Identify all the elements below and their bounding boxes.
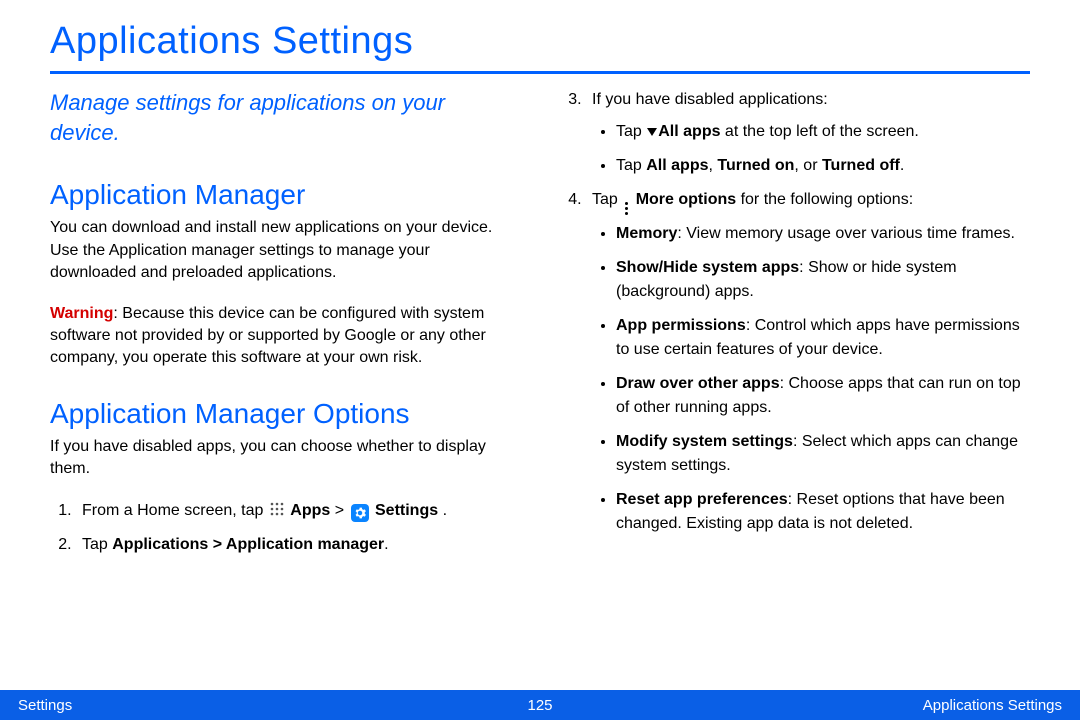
list-item: Memory: View memory usage over various t… [616,222,1030,246]
bold: App permissions [616,317,746,334]
page-title: Applications Settings [50,20,1030,63]
footer-page-number: 125 [527,697,552,714]
list-item: Modify system settings: Select which app… [616,430,1030,478]
page-footer: Settings 125 Applications Settings [0,690,1080,720]
bold: All apps [658,123,720,140]
list-item: Reset app preferences: Reset options tha… [616,488,1030,536]
bold: All apps [646,157,708,174]
page-subtitle: Manage settings for applications on your… [50,88,520,147]
right-column: If you have disabled applications: Tap A… [560,88,1030,567]
two-column-layout: Manage settings for applications on your… [50,88,1030,567]
footer-left: Settings [18,697,72,714]
step-text: . [384,536,388,553]
text: Tap [616,123,646,140]
text: Tap [592,191,622,208]
list-item: Tap More options for the following optio… [586,188,1030,536]
bold: Reset app preferences [616,491,788,508]
list-item: Draw over other apps: Choose apps that c… [616,372,1030,420]
section-heading: Application Manager [50,179,520,211]
title-rule [50,71,1030,74]
body-text: You can download and install new applica… [50,217,520,284]
list-item: Tap Applications > Application manager. [76,533,520,557]
bold: Draw over other apps [616,375,780,392]
bold: More options [636,191,736,208]
list-item: Tap All apps at the top left of the scre… [616,120,1030,144]
bold: Modify system settings [616,433,793,450]
dropdown-triangle-icon [647,128,657,136]
body-text: If you have disabled apps, you can choos… [50,436,520,481]
step-text: > [335,502,349,519]
text: . [900,157,904,174]
document-page: Applications Settings Manage settings fo… [0,0,1080,720]
step-bold: Applications > Application manager [112,536,384,553]
left-column: Manage settings for applications on your… [50,88,520,567]
footer-right: Applications Settings [923,697,1062,714]
text: , or [794,157,822,174]
step-text: Tap [82,536,112,553]
text: : View memory usage over various time fr… [677,225,1015,242]
text: for the following options: [736,191,913,208]
text: at the top left of the screen. [720,123,918,140]
sub-bullets: Memory: View memory usage over various t… [592,222,1030,536]
list-item: If you have disabled applications: Tap A… [586,88,1030,178]
bold: Memory [616,225,677,242]
settings-gear-icon [351,504,369,522]
list-item: Show/Hide system apps: Show or hide syst… [616,256,1030,304]
warning-label: Warning [50,305,113,322]
text: Tap [616,157,646,174]
bold: Show/Hide system apps [616,259,799,276]
apps-grid-icon [270,502,284,516]
step-bold: Apps [290,502,330,519]
list-item: Tap All apps, Turned on, or Turned off. [616,154,1030,178]
list-item: App permissions: Control which apps have… [616,314,1030,362]
ordered-steps-right: If you have disabled applications: Tap A… [560,88,1030,536]
step-bold: Settings [375,502,438,519]
bold: Turned off [822,157,900,174]
step-text: From a Home screen, tap [82,502,268,519]
warning-text: Warning: Because this device can be conf… [50,303,520,370]
bold: Turned on [717,157,794,174]
more-options-icon [625,202,628,215]
step-text: If you have disabled applications: [592,91,828,108]
section-heading: Application Manager Options [50,398,520,430]
list-item: From a Home screen, tap Apps > [76,499,520,523]
sub-bullets: Tap All apps at the top left of the scre… [592,120,1030,178]
step-text: . [443,502,447,519]
warning-body: : Because this device can be configured … [50,305,486,367]
ordered-steps-left: From a Home screen, tap Apps > [50,499,520,557]
